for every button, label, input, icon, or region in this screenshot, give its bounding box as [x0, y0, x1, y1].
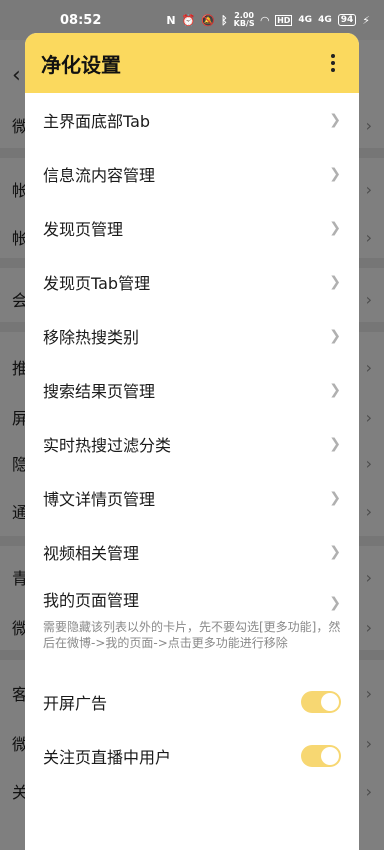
- x-logo-icon: ✕: [204, 799, 235, 840]
- chevron-right-icon: ❯: [329, 220, 341, 236]
- menu-item-search-results[interactable]: 搜索结果页管理 ❯: [25, 363, 359, 417]
- chevron-right-icon: ❯: [329, 328, 341, 344]
- menu-item-discover-page[interactable]: 发现页管理 ❯: [25, 201, 359, 255]
- toggle-knob: [321, 747, 339, 765]
- menu-item-label: 主界面底部Tab: [43, 112, 151, 131]
- menu-item-realtime-hot-filter[interactable]: 实时热搜过滤分类 ❯: [25, 417, 359, 471]
- watermark-sub: XRCCTV.NET: [262, 830, 322, 839]
- menu-item-hot-search-categories[interactable]: 移除热搜类别 ❯: [25, 309, 359, 363]
- nfc-icon: N: [166, 13, 176, 27]
- status-icons: N ⏰ 🔕 ᛒ 2.00 KB/S ◠ HD 4G 4G 94 ⚡: [166, 12, 370, 28]
- more-options-icon[interactable]: [323, 51, 343, 75]
- menu-item-video[interactable]: 视频相关管理 ❯: [25, 525, 359, 579]
- battery-icon: 94: [337, 14, 357, 26]
- chevron-right-icon: ❯: [329, 595, 341, 611]
- dialog-title: 净化设置: [41, 52, 121, 77]
- toggle-label: 开屏广告: [43, 694, 108, 713]
- menu-item-label: 我的页面管理: [43, 591, 140, 610]
- network-speed: 2.00 KB/S: [233, 11, 255, 28]
- menu-item-label: 实时热搜过滤分类: [43, 436, 172, 455]
- live-users-toggle[interactable]: [301, 745, 341, 767]
- status-time: 08:52: [60, 12, 102, 28]
- purify-settings-dialog: 净化设置 主界面底部Tab ❯ 信息流内容管理 ❯ 发现页管理 ❯ 发现页Tab…: [25, 33, 359, 850]
- chevron-right-icon: ❯: [329, 436, 341, 452]
- watermark-logo: ✕ 鑫锐软件园 XRCCTV.NET: [204, 798, 374, 842]
- chevron-right-icon: ❯: [329, 544, 341, 560]
- chevron-right-icon: ❯: [329, 166, 341, 182]
- menu-item-label: 发现页管理: [43, 220, 124, 239]
- toggle-knob: [321, 693, 339, 711]
- toggle-row-live-users: 关注页直播中用户: [25, 729, 359, 783]
- menu-item-description: 需要隐藏该列表以外的卡片，先不要勾选[更多功能]，然后在微博->我的页面->点击…: [43, 620, 341, 650]
- chevron-right-icon: ❯: [329, 382, 341, 398]
- wifi-icon: ◠: [260, 13, 270, 27]
- menu-item-bottom-tab[interactable]: 主界面底部Tab ❯: [25, 93, 359, 147]
- bluetooth-icon: ᛒ: [221, 13, 228, 27]
- menu-item-label: 搜索结果页管理: [43, 382, 156, 401]
- watermark-brand: 鑫锐软件园: [242, 805, 343, 829]
- menu-item-my-page[interactable]: 我的页面管理 ❯ 需要隐藏该列表以外的卡片，先不要勾选[更多功能]，然后在微博-…: [25, 579, 359, 675]
- signal-icon-1: 4G: [298, 15, 313, 25]
- splash-ad-toggle[interactable]: [301, 691, 341, 713]
- chevron-right-icon: ❯: [329, 490, 341, 506]
- alarm-icon: ⏰: [181, 13, 196, 27]
- menu-item-discover-tab[interactable]: 发现页Tab管理 ❯: [25, 255, 359, 309]
- hd-badge: HD: [275, 14, 293, 26]
- signal-icon-2: 4G: [318, 15, 332, 25]
- menu-item-feed-content[interactable]: 信息流内容管理 ❯: [25, 147, 359, 201]
- menu-item-label: 发现页Tab管理: [43, 274, 151, 293]
- toggle-row-splash-ad: 开屏广告: [25, 675, 359, 729]
- menu-item-label: 视频相关管理: [43, 544, 140, 563]
- menu-item-label: 信息流内容管理: [43, 166, 156, 185]
- charging-icon: ⚡: [362, 13, 370, 27]
- dialog-header: 净化设置: [25, 33, 359, 93]
- toggle-label: 关注页直播中用户: [43, 748, 172, 767]
- menu-item-post-detail[interactable]: 博文详情页管理 ❯: [25, 471, 359, 525]
- chevron-right-icon: ❯: [329, 274, 341, 290]
- menu-item-label: 博文详情页管理: [43, 490, 156, 509]
- menu-item-label: 移除热搜类别: [43, 328, 140, 347]
- mute-icon: 🔕: [201, 13, 216, 27]
- chevron-right-icon: ❯: [329, 112, 341, 128]
